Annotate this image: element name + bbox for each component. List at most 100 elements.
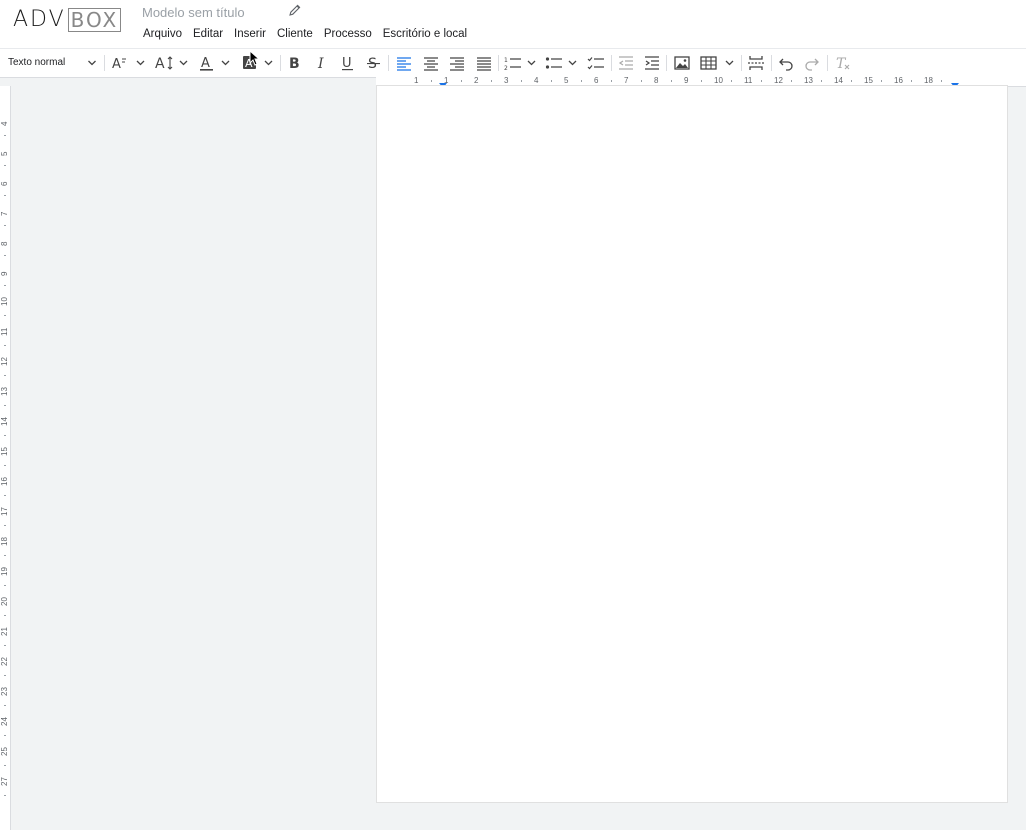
- ruler-number: 16: [894, 76, 903, 85]
- ruler-tick: [4, 345, 6, 346]
- ruler-number: 11: [0, 327, 9, 336]
- align-right-icon[interactable]: [448, 49, 466, 77]
- underline-icon[interactable]: U: [339, 49, 357, 77]
- italic-icon[interactable]: I: [313, 49, 331, 77]
- ruler-number: 9: [684, 76, 689, 85]
- menu-escritorio-e-local[interactable]: Escritório e local: [383, 27, 467, 41]
- ruler-tick: [4, 225, 6, 226]
- ruler-tick: [4, 495, 6, 496]
- ruler-tick: [4, 795, 6, 796]
- numbered-list-icon[interactable]: 12: [504, 49, 538, 77]
- checklist-icon[interactable]: [586, 49, 606, 77]
- ruler-tick: [461, 80, 462, 82]
- redo-icon[interactable]: [803, 49, 821, 77]
- insert-table-icon[interactable]: [700, 49, 736, 77]
- bulleted-list-icon[interactable]: [545, 49, 579, 77]
- ruler-tick: [4, 285, 6, 286]
- ruler-number: 18: [0, 537, 9, 546]
- ruler-number: 14: [0, 417, 9, 426]
- ruler-number: 1: [414, 76, 419, 85]
- page-break-icon[interactable]: [746, 49, 766, 77]
- menu-arquivo[interactable]: Arquivo: [143, 27, 182, 41]
- logo-adv-text: ADV: [13, 7, 66, 32]
- ruler-number: 12: [0, 357, 9, 366]
- toolbar-separator: [827, 55, 828, 71]
- insert-image-icon[interactable]: [673, 49, 691, 77]
- ruler-number: 20: [0, 597, 9, 606]
- ruler-tick: [4, 375, 6, 376]
- document-title-input[interactable]: [142, 3, 282, 21]
- ruler-tick: [4, 435, 6, 436]
- ruler-tick: [4, 735, 6, 736]
- decrease-indent-icon[interactable]: [617, 49, 635, 77]
- document-page[interactable]: [377, 86, 1007, 802]
- ruler-number: 24: [0, 717, 9, 726]
- ruler-number: 15: [0, 447, 9, 456]
- vertical-ruler[interactable]: 4 5 6 7 8 9 10 11 12 13 14 15 16 17 18 19 20 21 22 23 24 25 27: [0, 86, 11, 830]
- svg-text:U: U: [342, 56, 352, 71]
- align-left-icon[interactable]: [395, 49, 413, 77]
- ruler-number: 1: [444, 76, 449, 85]
- ruler-number: 23: [0, 687, 9, 696]
- ruler-number: 5: [564, 76, 569, 85]
- toolbar-separator: [666, 55, 667, 71]
- undo-icon[interactable]: [777, 49, 795, 77]
- bold-icon[interactable]: B: [286, 49, 304, 77]
- ruler-number: 18: [924, 76, 933, 85]
- svg-text:1: 1: [504, 57, 508, 64]
- ruler-number: 17: [0, 507, 9, 516]
- ruler-number: 6: [594, 76, 599, 85]
- ruler-tick: [4, 615, 6, 616]
- toolbar-separator: [280, 55, 281, 71]
- menu-cliente[interactable]: Cliente: [277, 27, 313, 41]
- ruler-tick: [641, 80, 642, 82]
- ruler-tick: [4, 525, 6, 526]
- clear-formatting-icon[interactable]: T: [834, 49, 852, 77]
- ruler-number: 13: [0, 387, 9, 396]
- menu-editar[interactable]: Editar: [193, 27, 223, 41]
- ruler-number: 4: [0, 121, 9, 126]
- ruler-tick: [4, 135, 6, 136]
- menu-processo[interactable]: Processo: [324, 27, 372, 41]
- logo-box-text: BOX: [67, 8, 122, 32]
- ruler-number: 14: [834, 76, 843, 85]
- toolbar-separator: [741, 55, 742, 71]
- ruler-number: 5: [0, 151, 9, 156]
- ruler-tick: [4, 645, 6, 646]
- text-color-icon[interactable]: A: [198, 49, 232, 77]
- ruler-number: 21: [0, 627, 9, 636]
- align-center-icon[interactable]: [422, 49, 440, 77]
- menu-inserir[interactable]: Inserir: [234, 27, 266, 41]
- ruler-tick: [851, 80, 852, 82]
- ruler-number: 27: [0, 777, 9, 786]
- ruler-tick: [4, 585, 6, 586]
- ruler-tick: [4, 405, 6, 406]
- ruler-number: 6: [0, 181, 9, 186]
- advbox-logo[interactable]: ADV BOX: [13, 7, 122, 32]
- paragraph-style-select[interactable]: Texto normal: [8, 56, 98, 70]
- ruler-tick: [671, 80, 672, 82]
- ruler-tick: [431, 80, 432, 82]
- ruler-tick: [4, 705, 6, 706]
- formatting-toolbar: Texto normal A A A A B I U S 1 2 T: [0, 48, 1026, 78]
- ruler-number: 12: [774, 76, 783, 85]
- ruler-tick: [4, 315, 6, 316]
- ruler-tick: [761, 80, 762, 82]
- align-justify-icon[interactable]: [475, 49, 493, 77]
- ruler-tick: [4, 255, 6, 256]
- ruler-number: 8: [0, 241, 9, 246]
- line-height-icon[interactable]: A: [154, 49, 190, 77]
- ruler-tick: [941, 80, 942, 82]
- mouse-cursor-icon: [249, 49, 261, 71]
- increase-indent-icon[interactable]: [643, 49, 661, 77]
- menu-bar: Arquivo Editar Inserir Cliente Processo …: [143, 27, 478, 41]
- ruler-number: 9: [0, 271, 9, 276]
- chevron-down-icon: [87, 56, 97, 75]
- toolbar-separator: [771, 55, 772, 71]
- strikethrough-icon[interactable]: S: [365, 49, 383, 77]
- paragraph-style-value: Texto normal: [8, 57, 66, 68]
- ruler-tick: [4, 195, 6, 196]
- pencil-icon[interactable]: [288, 3, 302, 17]
- ruler-number: 10: [714, 76, 723, 85]
- font-size-icon[interactable]: A: [111, 49, 147, 77]
